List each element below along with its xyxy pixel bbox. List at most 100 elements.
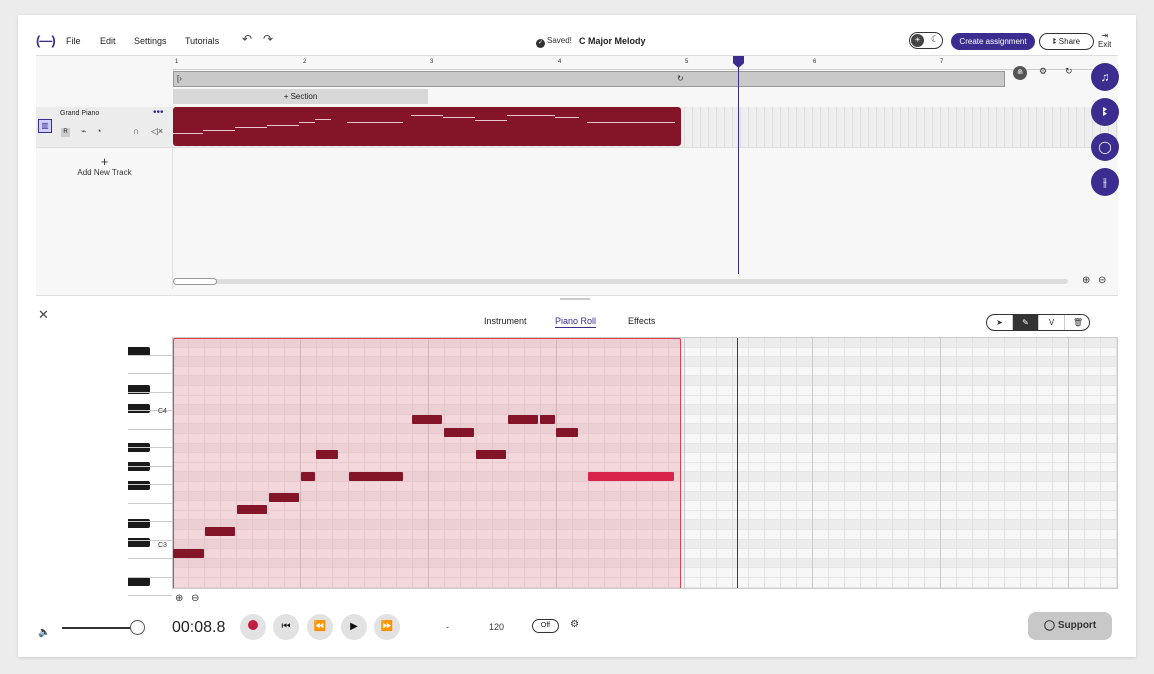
clip-region[interactable]: [173, 338, 681, 588]
volume-knob-icon[interactable]: ◔: [96, 126, 101, 136]
menu-file[interactable]: File: [66, 36, 81, 46]
white-key[interactable]: [128, 559, 172, 578]
gear-icon[interactable]: ⚙: [570, 619, 579, 630]
white-key[interactable]: [128, 448, 172, 467]
white-key[interactable]: [128, 467, 172, 485]
speaker-icon[interactable]: 🔈: [38, 627, 50, 638]
white-key[interactable]: [128, 374, 172, 393]
zoom-out-icon[interactable]: ⊖: [191, 593, 199, 604]
close-editor-icon[interactable]: ✕: [38, 307, 49, 323]
mute-icon[interactable]: ◁×: [151, 126, 163, 137]
loop-icon[interactable]: ↻: [677, 74, 684, 83]
tab-effects[interactable]: Effects: [628, 316, 655, 326]
music-note-icon[interactable]: ♫: [1091, 63, 1119, 91]
create-assignment-button[interactable]: Create assignment: [951, 33, 1035, 50]
midi-note[interactable]: [556, 428, 578, 437]
midi-note[interactable]: [301, 472, 315, 481]
key-signature-display[interactable]: -: [446, 622, 449, 632]
playhead-line: [738, 56, 739, 274]
timeline-ruler[interactable]: 1 2 3 4 5 6 7: [173, 56, 1118, 70]
theme-toggle[interactable]: ☀ ☾: [909, 32, 943, 49]
play-button[interactable]: ▶: [341, 614, 367, 640]
menu-settings[interactable]: Settings: [134, 36, 167, 46]
metronome-toggle[interactable]: Off: [532, 619, 559, 633]
loop-start-icon[interactable]: [›: [177, 74, 182, 83]
midi-note[interactable]: [412, 415, 442, 424]
zoom-in-icon[interactable]: ⊕: [175, 593, 183, 604]
share-button[interactable]: ꔪ Share: [1039, 33, 1094, 50]
saved-status: ✓ Saved!: [536, 36, 572, 48]
bar-number: 1: [175, 59, 179, 65]
settings-icon[interactable]: ⚙: [1039, 66, 1047, 77]
octave-label: C4: [158, 408, 167, 415]
undo-icon[interactable]: ↶: [242, 32, 252, 46]
track-lane[interactable]: [173, 107, 1118, 148]
exit-icon: ⇥: [1101, 31, 1109, 40]
add-section-button[interactable]: + Section: [173, 89, 428, 104]
collaborators-icon[interactable]: ꔪ: [1091, 98, 1119, 126]
white-key[interactable]: [128, 356, 172, 374]
midi-note[interactable]: [173, 549, 204, 558]
horizontal-scrollbar[interactable]: [173, 278, 1068, 285]
midi-note[interactable]: [269, 493, 299, 502]
volume-slider-knob[interactable]: [130, 620, 145, 635]
piano-keyboard[interactable]: C4 C3: [128, 337, 172, 596]
midi-note[interactable]: [588, 472, 674, 481]
zoom-in-icon[interactable]: ⊕: [1082, 275, 1090, 286]
headphones-icon[interactable]: ∩: [133, 126, 139, 136]
redo-icon[interactable]: ↷: [263, 32, 273, 46]
white-key[interactable]: [128, 485, 172, 504]
track-name[interactable]: Grand Piano: [60, 110, 99, 117]
loop-region-bar[interactable]: [› ↻: [173, 71, 1005, 87]
fast-forward-button[interactable]: ⏩: [374, 614, 400, 640]
tab-piano-roll[interactable]: Piano Roll: [555, 316, 597, 328]
menu-tutorials[interactable]: Tutorials: [185, 36, 219, 46]
midi-note[interactable]: [205, 527, 235, 536]
exit-button[interactable]: ⇥ Exit: [1098, 31, 1111, 49]
midi-note[interactable]: [508, 415, 538, 424]
white-key[interactable]: [128, 504, 172, 522]
record-arm-button[interactable]: R: [61, 128, 70, 137]
support-button[interactable]: ◯ Support: [1028, 612, 1112, 640]
bar-number: 7: [940, 59, 944, 65]
skip-to-start-button[interactable]: ⏮: [273, 614, 299, 640]
mixer-icon[interactable]: ⫲: [1091, 168, 1119, 196]
white-key[interactable]: [128, 430, 172, 448]
rewind-icon: ⏪: [313, 621, 327, 632]
resize-handle[interactable]: [560, 298, 590, 300]
automation-icon[interactable]: ⌁: [81, 126, 86, 137]
project-title[interactable]: C Major Melody: [579, 36, 646, 46]
midi-note[interactable]: [540, 415, 555, 424]
white-key[interactable]: [128, 337, 172, 356]
midi-note[interactable]: [444, 428, 474, 437]
loop-toggle-icon[interactable]: ↻: [1065, 66, 1073, 77]
scrollbar-thumb[interactable]: [173, 278, 217, 285]
midi-note[interactable]: [237, 505, 267, 514]
midi-note[interactable]: [349, 472, 403, 481]
zoom-out-icon[interactable]: ⊖: [1098, 275, 1106, 286]
select-tool-icon[interactable]: ➤: [987, 315, 1013, 330]
snap-icon[interactable]: ⋒: [1013, 66, 1027, 80]
edit-tool-group: ➤ ✎ V 🗑: [986, 314, 1090, 331]
white-key[interactable]: [128, 522, 172, 541]
white-key[interactable]: [128, 578, 172, 596]
rewind-button[interactable]: ⏪: [307, 614, 333, 640]
velocity-tool[interactable]: V: [1039, 315, 1065, 330]
tab-instrument[interactable]: Instrument: [484, 316, 527, 326]
midi-note[interactable]: [316, 450, 338, 459]
trash-icon[interactable]: 🗑: [1065, 315, 1091, 330]
comment-icon[interactable]: ◯: [1091, 133, 1119, 161]
pencil-tool-icon[interactable]: ✎: [1013, 315, 1039, 330]
menu-edit[interactable]: Edit: [100, 36, 116, 46]
midi-clip[interactable]: [173, 107, 681, 146]
add-new-track-button[interactable]: + Add New Track: [36, 155, 173, 177]
bar-number: 2: [303, 59, 307, 65]
arrange-view: 1 2 3 4 5 6 7 [› ↻ ⋒ ⚙ ↻ + Section ▥ Gra…: [36, 55, 1118, 295]
tempo-display[interactable]: 120: [489, 622, 504, 632]
record-button[interactable]: [240, 614, 266, 640]
piano-roll-grid[interactable]: [172, 337, 1118, 589]
more-options-icon[interactable]: •••: [153, 107, 164, 118]
volume-slider[interactable]: [62, 627, 137, 629]
midi-note[interactable]: [476, 450, 506, 459]
track-header[interactable]: ▥ Grand Piano ••• R ⌁ ◔ ∩ ◁×: [36, 107, 173, 148]
